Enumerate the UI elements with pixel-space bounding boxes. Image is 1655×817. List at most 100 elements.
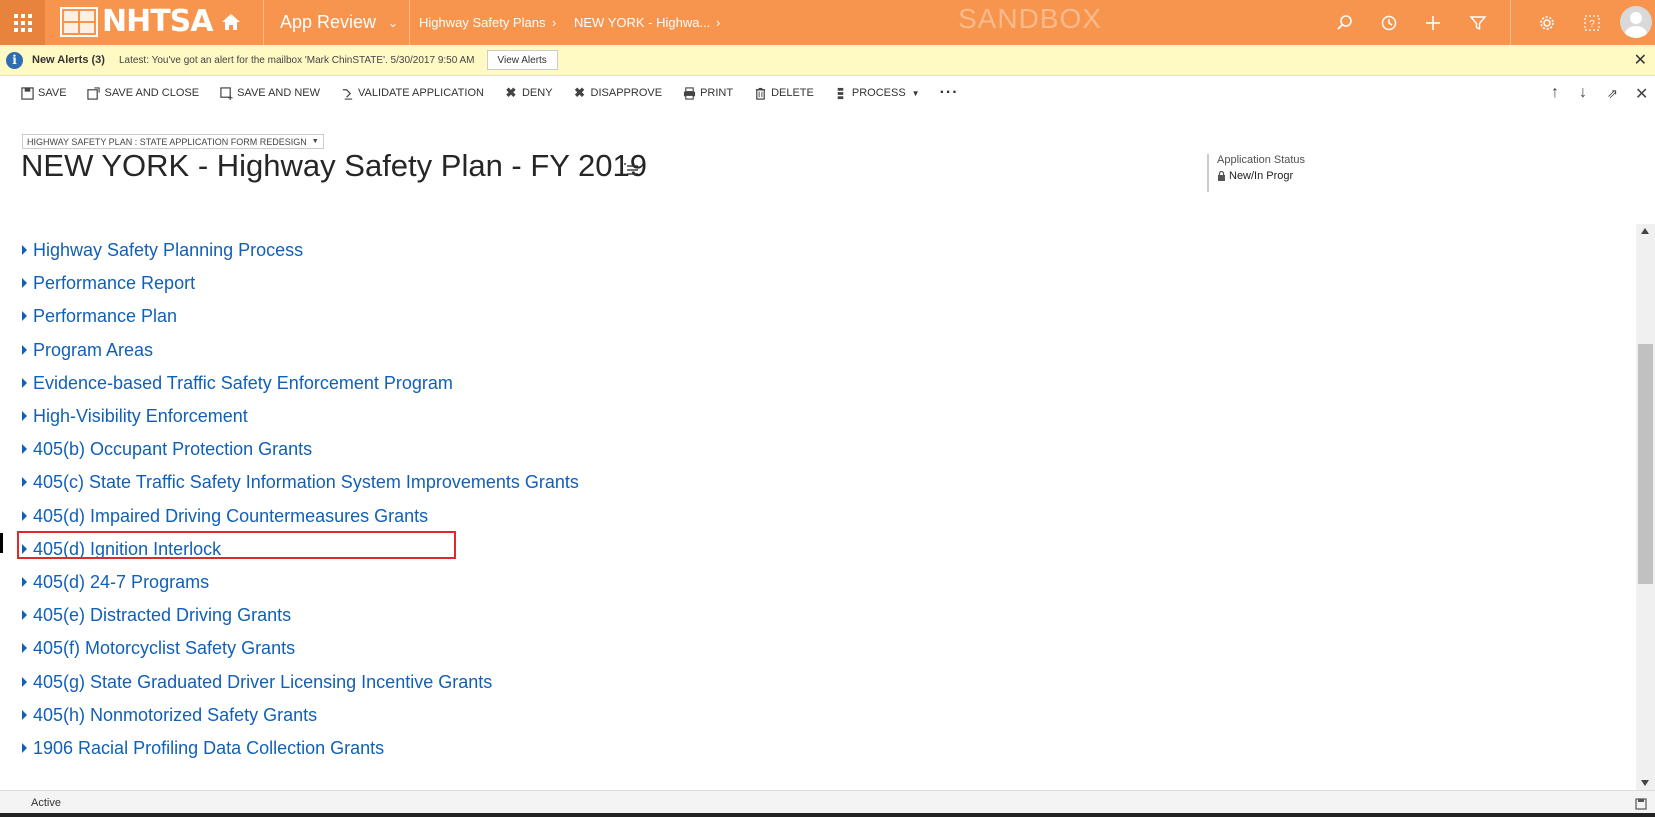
print-button[interactable]: PRINT <box>682 86 733 100</box>
breadcrumb-record[interactable]: NEW YORK - Highwa... <box>574 0 710 45</box>
breadcrumb-chevron-icon[interactable]: › <box>716 0 720 45</box>
highlight-annotation <box>17 531 456 559</box>
scroll-thumb[interactable] <box>1638 344 1653 584</box>
section-label: 405(c) State Traffic Safety Information … <box>33 471 579 492</box>
save-and-new-label: SAVE AND NEW <box>237 87 321 99</box>
section-label: Performance Plan <box>33 305 178 326</box>
section-expander[interactable]: 405(c) State Traffic Safety Information … <box>22 470 579 494</box>
vertical-scrollbar[interactable] <box>1636 224 1655 790</box>
expand-triangle-icon <box>22 743 27 753</box>
expand-triangle-icon <box>22 345 27 355</box>
search-icon[interactable] <box>1334 12 1356 34</box>
deny-label: DENY <box>521 87 553 99</box>
section-expander[interactable]: 1906 Racial Profiling Data Collection Gr… <box>22 736 384 760</box>
section-expander[interactable]: Highway Safety Planning Process <box>22 238 303 262</box>
top-nav-bar: NHTSA App Review ⌄ Highway Safety Plans … <box>0 0 1655 45</box>
chevron-down-icon: ▼ <box>911 88 920 98</box>
app-launcher-button[interactable] <box>0 0 45 45</box>
disapprove-label: DISAPPROVE <box>590 87 663 99</box>
expand-triangle-icon <box>22 245 27 255</box>
save-new-icon <box>219 86 233 100</box>
page-title: NEW YORK - Highway Safety Plan - FY 2019 <box>21 148 647 183</box>
close-icon[interactable]: ✕ <box>1635 84 1648 104</box>
validate-application-label: VALIDATE APPLICATION <box>358 87 484 99</box>
nhtsa-logo[interactable]: NHTSA <box>60 5 241 39</box>
section-expander[interactable]: 405(f) Motorcyclist Safety Grants <box>22 636 295 660</box>
expand-triangle-icon <box>22 378 27 388</box>
section-label: 405(g) State Graduated Driver Licensing … <box>33 671 493 692</box>
alert-message: Latest: You've got an alert for the mail… <box>118 54 475 66</box>
section-label: 405(h) Nonmotorized Safety Grants <box>33 704 318 725</box>
gear-icon[interactable] <box>1536 12 1558 34</box>
delete-label: DELETE <box>771 87 814 99</box>
command-bar: SAVE SAVE AND CLOSE SAVE AND NEW VALIDAT… <box>0 76 1655 110</box>
breadcrumb-entity[interactable]: Highway Safety Plans <box>419 0 545 45</box>
more-commands-button[interactable]: ··· <box>940 84 959 102</box>
ellipsis-icon: ··· <box>939 84 959 101</box>
app-switcher[interactable]: App Review ⌄ <box>280 0 398 45</box>
trash-icon <box>753 86 767 100</box>
record-set-menu-icon[interactable] <box>624 163 638 175</box>
taskbar-strip <box>0 813 1655 817</box>
process-icon <box>834 86 848 100</box>
section-expander[interactable]: Performance Report <box>22 271 195 295</box>
arrow-down-icon[interactable]: ↓ <box>1579 84 1587 102</box>
validate-application-button[interactable]: VALIDATE APPLICATION <box>340 86 484 100</box>
x-icon: ✖ <box>574 85 585 100</box>
save-and-new-button[interactable]: SAVE AND NEW <box>219 86 320 100</box>
section-label: 405(b) Occupant Protection Grants <box>33 438 313 459</box>
divider <box>1510 0 1511 45</box>
breadcrumb-separator-icon: › <box>552 15 557 30</box>
expand-triangle-icon <box>22 477 27 487</box>
expand-triangle-icon <box>22 444 27 454</box>
filter-icon[interactable] <box>1467 12 1489 34</box>
save-close-icon <box>87 86 101 100</box>
save-button[interactable]: SAVE <box>20 86 67 100</box>
save-icon[interactable] <box>1635 798 1647 810</box>
help-icon[interactable]: ? <box>1581 12 1603 34</box>
process-button[interactable]: PROCESS ▼ <box>834 86 920 100</box>
delete-button[interactable]: DELETE <box>753 86 814 100</box>
section-expander[interactable]: 405(d) 24-7 Programs <box>22 570 209 594</box>
section-label: 405(d) Impaired Driving Countermeasures … <box>33 505 429 526</box>
section-expander[interactable]: Performance Plan <box>22 304 177 328</box>
plus-icon[interactable] <box>1422 12 1444 34</box>
save-icon <box>20 86 34 100</box>
section-expander[interactable]: 405(e) Distracted Driving Grants <box>22 603 291 627</box>
section-expander[interactable]: 405(g) State Graduated Driver Licensing … <box>22 670 492 694</box>
section-expander[interactable]: Evidence-based Traffic Safety Enforcemen… <box>22 371 453 395</box>
breadcrumb-label: Highway Safety Plans <box>419 15 546 30</box>
disapprove-button[interactable]: ✖ DISAPPROVE <box>573 85 663 100</box>
process-label: PROCESS <box>851 87 906 99</box>
section-expander[interactable]: 405(h) Nonmotorized Safety Grants <box>22 703 317 727</box>
divider <box>263 0 264 45</box>
section-label: Evidence-based Traffic Safety Enforcemen… <box>33 372 453 393</box>
section-label: 1906 Racial Profiling Data Collection Gr… <box>33 737 385 758</box>
close-icon[interactable]: ✕ <box>1634 50 1647 70</box>
section-expander[interactable]: High-Visibility Enforcement <box>22 404 248 428</box>
info-icon: i <box>6 51 23 69</box>
history-icon[interactable] <box>1378 12 1400 34</box>
section-label: Performance Report <box>33 272 196 293</box>
divider <box>409 0 410 45</box>
scroll-down-icon[interactable] <box>1641 780 1649 786</box>
user-avatar[interactable] <box>1620 6 1652 38</box>
expand-triangle-icon <box>22 311 27 321</box>
section-expander[interactable]: Program Areas <box>22 338 153 362</box>
section-expander[interactable]: 405(b) Occupant Protection Grants <box>22 437 312 461</box>
form-selector-label: HIGHWAY SAFETY PLAN : STATE APPLICATION … <box>27 136 307 147</box>
view-alerts-button[interactable]: View Alerts <box>486 50 558 70</box>
pop-out-icon[interactable]: ⇗ <box>1607 86 1618 102</box>
section-expander[interactable]: 405(d) Impaired Driving Countermeasures … <box>22 504 428 528</box>
lock-icon <box>1218 171 1225 181</box>
save-and-close-button[interactable]: SAVE AND CLOSE <box>87 86 199 100</box>
form-selector[interactable]: HIGHWAY SAFETY PLAN : STATE APPLICATION … <box>22 134 324 149</box>
deny-button[interactable]: ✖ DENY <box>504 85 553 100</box>
sandbox-watermark: SANDBOX <box>958 3 1102 34</box>
scroll-up-icon[interactable] <box>1641 228 1649 234</box>
record-status: Active <box>31 797 61 809</box>
expand-triangle-icon <box>22 677 27 687</box>
home-icon[interactable] <box>221 13 241 31</box>
arrow-up-icon[interactable]: ↑ <box>1551 84 1559 102</box>
status-footer: Active <box>0 790 1655 817</box>
